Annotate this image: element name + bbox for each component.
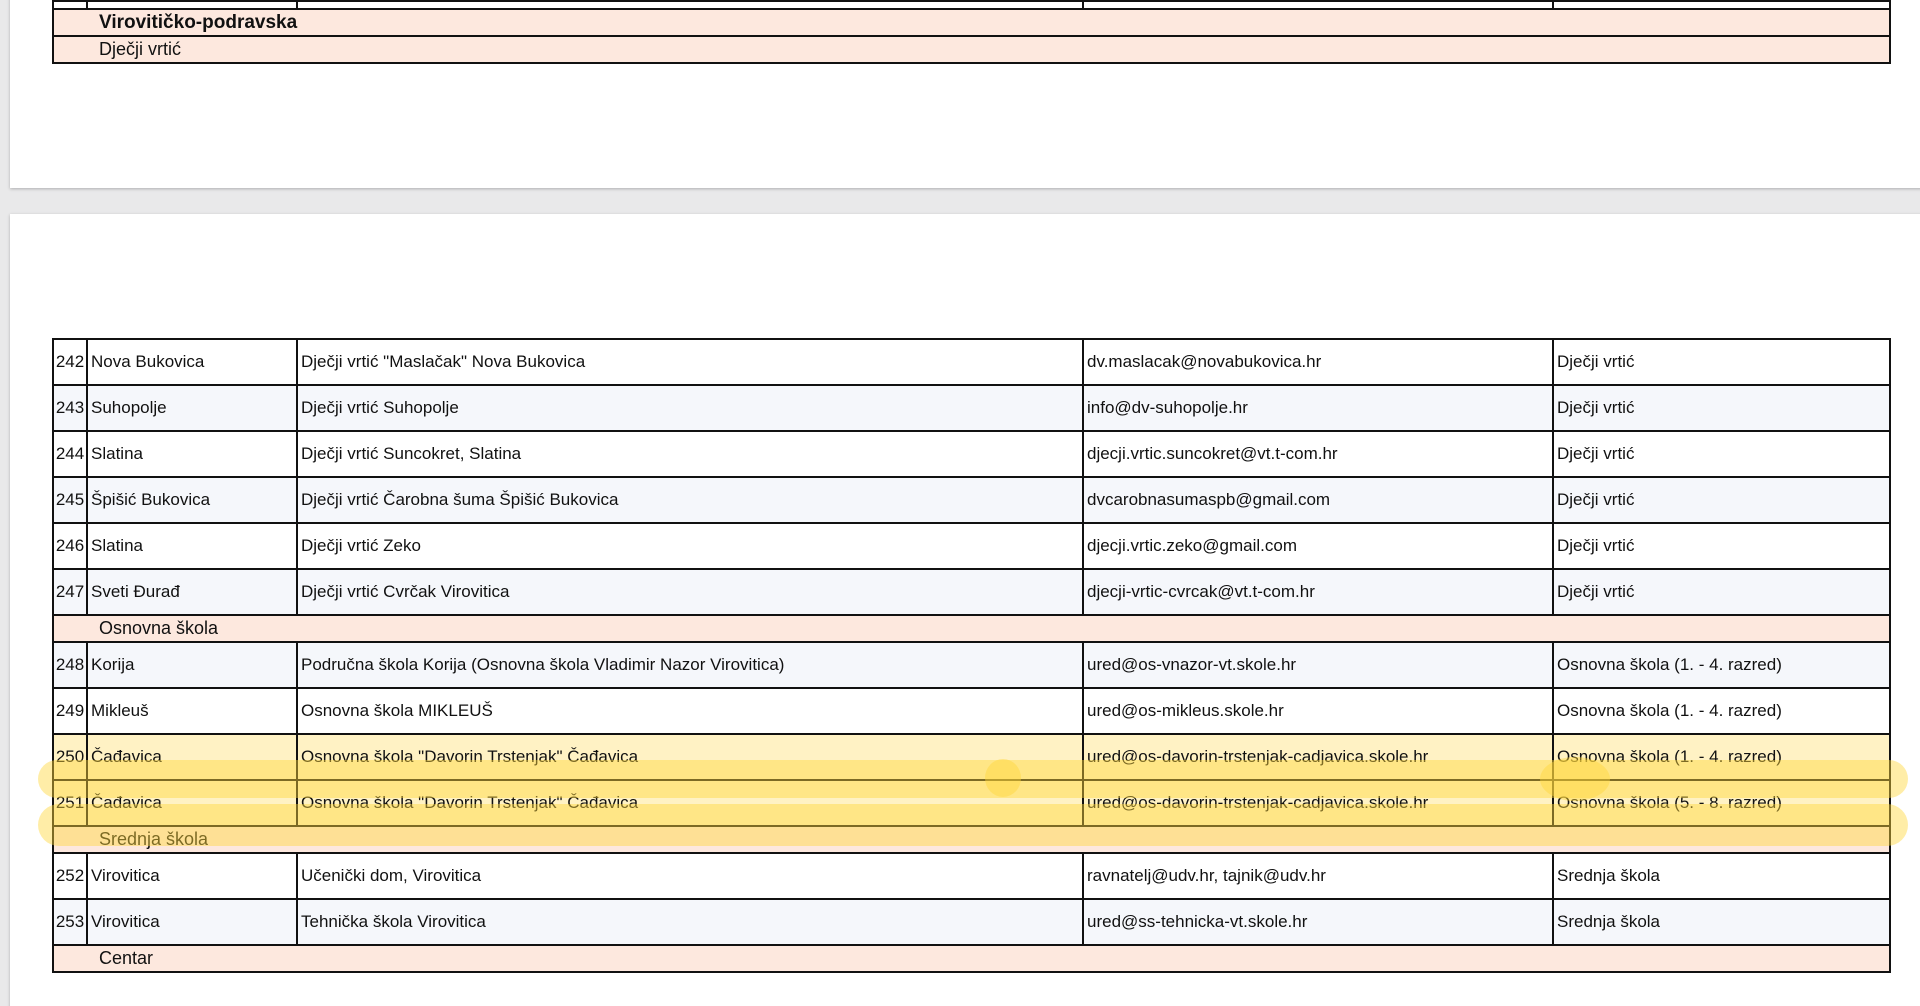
table-cell xyxy=(52,0,88,10)
table-row: 248 Korija Područna škola Korija (Osnovn… xyxy=(52,641,1891,689)
table-row-highlighted: 251 Čađavica Osnovna škola "Davorin Trst… xyxy=(52,779,1891,827)
institution-name-cell: Dječji vrtić Čarobna šuma Špišić Bukovic… xyxy=(296,476,1084,524)
section-header-row: Osnovna škola xyxy=(52,614,1891,643)
section-header-row: Centar xyxy=(52,944,1891,973)
type-cell: Osnovna škola (1. - 4. razred) xyxy=(1552,641,1891,689)
section-title-ss: Srednja škola xyxy=(52,825,1891,854)
table-cell xyxy=(86,0,298,10)
type-cell: Dječji vrtić xyxy=(1552,568,1891,616)
type-cell: Osnovna škola (1. - 4. razred) xyxy=(1552,687,1891,735)
region-title: Virovitičko-podravska xyxy=(52,8,1891,37)
row-number: 247 xyxy=(52,568,88,616)
row-number: 245 xyxy=(52,476,88,524)
institution-name-cell: Učenički dom, Virovitica xyxy=(296,852,1084,900)
section-header-row: Srednja škola xyxy=(52,825,1891,854)
institution-name-cell: Područna škola Korija (Osnovna škola Vla… xyxy=(296,641,1084,689)
place-cell: Čađavica xyxy=(86,779,298,827)
row-number: 243 xyxy=(52,384,88,432)
institutions-table-page-1: Virovitičko-podravska Dječji vrtić xyxy=(52,0,1891,64)
type-cell: Dječji vrtić xyxy=(1552,338,1891,386)
email-cell[interactable]: djecji.vrtic.zeko@gmail.com xyxy=(1082,522,1554,570)
email-cell[interactable]: ured@os-davorin-trstenjak-cadjavica.skol… xyxy=(1082,733,1554,781)
type-cell: Srednja škola xyxy=(1552,898,1891,946)
email-cell[interactable]: ured@os-vnazor-vt.skole.hr xyxy=(1082,641,1554,689)
section-title-centar: Centar xyxy=(52,944,1891,973)
email-cell[interactable]: ured@ss-tehnicka-vt.skole.hr xyxy=(1082,898,1554,946)
email-cell[interactable]: djecji.vrtic.suncokret@vt.t-com.hr xyxy=(1082,430,1554,478)
email-cell[interactable]: dv.maslacak@novabukovica.hr xyxy=(1082,338,1554,386)
row-number: 252 xyxy=(52,852,88,900)
institution-name-cell: Osnovna škola "Davorin Trstenjak" Čađavi… xyxy=(296,733,1084,781)
row-number: 251 xyxy=(52,779,88,827)
institution-name-cell: Osnovna škola MIKLEUŠ xyxy=(296,687,1084,735)
email-cell[interactable]: dvcarobnasumaspb@gmail.com xyxy=(1082,476,1554,524)
section-title-dv: Dječji vrtić xyxy=(52,35,1891,64)
institution-name-cell: Dječji vrtić Suncokret, Slatina xyxy=(296,430,1084,478)
place-cell: Nova Bukovica xyxy=(86,338,298,386)
place-cell: Špišić Bukovica xyxy=(86,476,298,524)
document-page-2: 242 Nova Bukovica Dječji vrtić "Maslačak… xyxy=(10,214,1920,1006)
table-cell xyxy=(1552,0,1891,10)
row-number: 253 xyxy=(52,898,88,946)
institution-name-cell: Tehnička škola Virovitica xyxy=(296,898,1084,946)
email-cell[interactable]: djecji-vrtic-cvrcak@vt.t-com.hr xyxy=(1082,568,1554,616)
place-cell: Korija xyxy=(86,641,298,689)
type-cell: Osnovna škola (5. - 8. razred) xyxy=(1552,779,1891,827)
email-cell[interactable]: ured@os-mikleus.skole.hr xyxy=(1082,687,1554,735)
table-cell xyxy=(1082,0,1554,10)
type-cell: Dječji vrtić xyxy=(1552,430,1891,478)
institution-name-cell: Osnovna škola "Davorin Trstenjak" Čađavi… xyxy=(296,779,1084,827)
type-cell: Dječji vrtić xyxy=(1552,476,1891,524)
table-row: 246 Slatina Dječji vrtić Zeko djecji.vrt… xyxy=(52,522,1891,570)
document-page-1: Virovitičko-podravska Dječji vrtić xyxy=(10,0,1920,188)
type-cell: Srednja škola xyxy=(1552,852,1891,900)
table-row: 244 Slatina Dječji vrtić Suncokret, Slat… xyxy=(52,430,1891,478)
institution-name-cell: Dječji vrtić Zeko xyxy=(296,522,1084,570)
place-cell: Suhopolje xyxy=(86,384,298,432)
place-cell: Čađavica xyxy=(86,733,298,781)
institution-name-cell: Dječji vrtić Cvrčak Virovitica xyxy=(296,568,1084,616)
table-cell xyxy=(296,0,1084,10)
row-number: 248 xyxy=(52,641,88,689)
email-cell[interactable]: info@dv-suhopolje.hr xyxy=(1082,384,1554,432)
table-row: 252 Virovitica Učenički dom, Virovitica … xyxy=(52,852,1891,900)
table-row: 247 Sveti Đurađ Dječji vrtić Cvrčak Viro… xyxy=(52,568,1891,616)
place-cell: Virovitica xyxy=(86,898,298,946)
table-row: 245 Špišić Bukovica Dječji vrtić Čarobna… xyxy=(52,476,1891,524)
section-title-os: Osnovna škola xyxy=(52,614,1891,643)
place-cell: Sveti Đurađ xyxy=(86,568,298,616)
type-cell: Dječji vrtić xyxy=(1552,522,1891,570)
institution-name-cell: Dječji vrtić "Maslačak" Nova Bukovica xyxy=(296,338,1084,386)
table-row: 243 Suhopolje Dječji vrtić Suhopolje inf… xyxy=(52,384,1891,432)
type-cell: Osnovna škola (1. - 4. razred) xyxy=(1552,733,1891,781)
section-header-row: Dječji vrtić xyxy=(52,35,1891,64)
row-number: 244 xyxy=(52,430,88,478)
table-row: 242 Nova Bukovica Dječji vrtić "Maslačak… xyxy=(52,338,1891,386)
place-cell: Virovitica xyxy=(86,852,298,900)
row-number: 249 xyxy=(52,687,88,735)
row-number: 242 xyxy=(52,338,88,386)
place-cell: Slatina xyxy=(86,522,298,570)
row-number: 246 xyxy=(52,522,88,570)
table-row: 249 Mikleuš Osnovna škola MIKLEUŠ ured@o… xyxy=(52,687,1891,735)
type-cell: Dječji vrtić xyxy=(1552,384,1891,432)
institutions-table-page-2: 242 Nova Bukovica Dječji vrtić "Maslačak… xyxy=(52,338,1891,973)
row-number: 250 xyxy=(52,733,88,781)
table-row: 253 Virovitica Tehnička škola Virovitica… xyxy=(52,898,1891,946)
place-cell: Mikleuš xyxy=(86,687,298,735)
place-cell: Slatina xyxy=(86,430,298,478)
table-row-highlighted: 250 Čađavica Osnovna škola "Davorin Trst… xyxy=(52,733,1891,781)
table-row-partial xyxy=(52,0,1891,10)
region-header-row: Virovitičko-podravska xyxy=(52,8,1891,37)
document-viewer[interactable]: Virovitičko-podravska Dječji vrtić 242 N… xyxy=(0,0,1920,1006)
email-cell[interactable]: ured@os-davorin-trstenjak-cadjavica.skol… xyxy=(1082,779,1554,827)
institution-name-cell: Dječji vrtić Suhopolje xyxy=(296,384,1084,432)
email-cell[interactable]: ravnatelj@udv.hr, tajnik@udv.hr xyxy=(1082,852,1554,900)
